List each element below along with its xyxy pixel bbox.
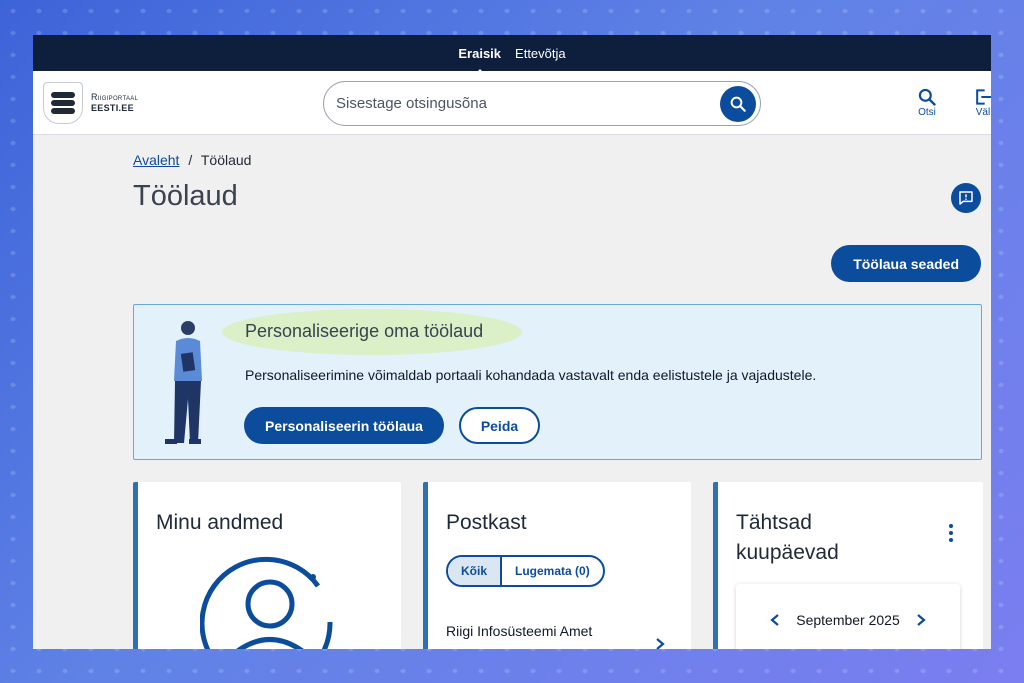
chevron-left-icon[interactable] — [770, 613, 780, 627]
header-search-label: Otsi — [918, 107, 936, 118]
search-button[interactable] — [720, 85, 756, 122]
mailbox-filter: Kõik Lugemata (0) — [446, 555, 605, 587]
calendar-month: September 2025 — [796, 612, 900, 628]
site-logo[interactable]: Riigiportaal EESTI.EE — [43, 82, 138, 124]
audience-bar: Eraisik Ettevõtja — [33, 35, 991, 76]
filter-unread-tab[interactable]: Lugemata (0) — [502, 557, 603, 585]
breadcrumb-separator: / — [188, 152, 193, 168]
dashboard-settings-button[interactable]: Töölaua seaded — [831, 245, 981, 282]
logout-label: Väl — [975, 107, 991, 118]
hide-button[interactable]: Peida — [459, 407, 540, 444]
logout-button[interactable]: Väl — [973, 87, 991, 118]
main-content: Avaleht / Töölaud Töölaud Töölaua seaded — [133, 135, 983, 649]
person-illustration — [165, 321, 202, 444]
search-icon — [730, 96, 746, 112]
audience-tab-business[interactable]: Ettevõtja — [515, 46, 566, 61]
coat-of-arms-icon — [43, 82, 83, 124]
audience-tab-private[interactable]: Eraisik — [458, 46, 501, 76]
card-title: Tähtsad kuupäevad — [736, 511, 839, 564]
personalize-button[interactable]: Personaliseerin töölaua — [244, 407, 444, 444]
card-title: Postkast — [446, 511, 527, 534]
header: Riigiportaal EESTI.EE Otsi — [33, 71, 991, 135]
card-title: Minu andmed — [156, 511, 284, 534]
promo-title: Personaliseerige oma töölaud — [245, 321, 484, 341]
search-input[interactable] — [336, 95, 720, 112]
user-avatar-icon — [200, 556, 333, 649]
page-title: Töölaud — [133, 180, 238, 212]
chevron-right-icon[interactable] — [655, 637, 665, 649]
filter-all-tab[interactable]: Kõik — [448, 557, 503, 585]
chevron-right-icon[interactable] — [916, 613, 926, 627]
header-search-button[interactable]: Otsi — [917, 87, 937, 118]
mailbox-card: Postkast Kõik Lugemata (0) Riigi Infosüs… — [423, 482, 691, 649]
feedback-button[interactable] — [951, 183, 981, 213]
personalize-banner: Personaliseerige oma töölaud Personalise… — [133, 304, 982, 460]
logo-text: Riigiportaal EESTI.EE — [91, 92, 139, 113]
breadcrumb-current: Töölaud — [200, 152, 252, 168]
mailbox-item-sender[interactable]: Riigi Infosüsteemi Amet — [446, 623, 592, 639]
search-icon — [918, 88, 936, 106]
promo-text: Personaliseerimine võimaldab portaali ko… — [245, 367, 817, 383]
my-data-card[interactable]: Minu andmed — [133, 482, 401, 649]
search-bar — [323, 81, 761, 126]
important-dates-card: Tähtsad kuupäevad September 2025 — [713, 482, 983, 649]
logout-icon — [976, 89, 991, 105]
breadcrumb: Avaleht / Töölaud — [133, 152, 983, 168]
breadcrumb-home-link[interactable]: Avaleht — [133, 152, 179, 168]
browser-window: Eraisik Ettevõtja Riigiportaal EESTI.EE — [33, 35, 991, 649]
feedback-icon — [959, 191, 973, 205]
calendar-widget: September 2025 — [736, 584, 960, 649]
more-options-icon[interactable] — [949, 524, 953, 542]
